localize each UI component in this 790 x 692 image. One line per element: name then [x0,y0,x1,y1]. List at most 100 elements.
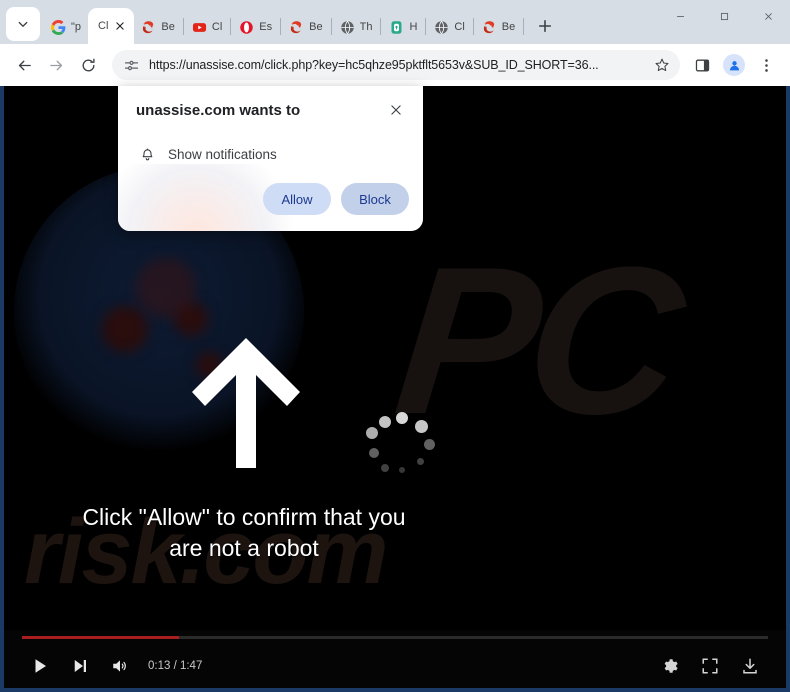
tab-separator [425,18,427,35]
minimize-button[interactable] [658,0,702,32]
tab-active-click-php[interactable]: Cl [88,8,135,44]
volume-high-icon [113,660,126,672]
dialog-header: unassise.com wants to [118,86,423,134]
tab-google[interactable]: "p [44,10,88,44]
tab-label: Cl [98,20,109,32]
tab-separator [523,18,525,35]
tab-bing-3[interactable]: Be [475,10,522,44]
cta-text: Click "Allow" to confirm that you are no… [4,502,484,564]
bell-icon [136,143,158,165]
tab-bing-1[interactable]: Be [134,10,181,44]
next-track-icon [74,660,86,672]
glow-dot [102,306,148,352]
bookmark-star-button[interactable] [650,53,674,77]
play-icon [35,659,46,673]
tab-label: Cl [211,21,223,33]
three-dot-menu-icon [764,58,768,72]
tab-separator [330,18,332,35]
tab-separator [182,18,184,35]
tab-label: Be [309,21,323,33]
new-tab-button[interactable] [531,12,559,40]
arrow-up-icon [192,338,300,468]
tab-label: H [409,21,418,33]
tab-label: "p [71,21,82,33]
tab-search-button[interactable] [6,7,40,41]
tab-separator [380,18,382,35]
permission-label: Show notifications [168,146,277,162]
tab-separator [280,18,282,35]
tab-cl[interactable]: Cl [427,10,471,44]
loading-spinner-icon [362,412,440,490]
side-panel-button[interactable] [686,49,718,81]
star-icon [655,58,669,72]
tab-label: Be [501,21,516,33]
back-arrow-icon [18,60,31,70]
chevron-down-icon [18,21,28,27]
window-controls [658,0,790,44]
site-settings-icon[interactable] [122,56,140,74]
close-icon [391,105,401,115]
allow-button[interactable]: Allow [263,183,331,215]
reload-button[interactable] [72,49,104,81]
dialog-close-button[interactable] [383,97,409,123]
progress-bar-fill [22,636,179,639]
tab-h[interactable]: H [382,10,424,44]
tab-separator [230,18,232,35]
browser-toolbar: https://unassise.com/click.php?key=hc5qh… [0,44,790,86]
progress-bar-track[interactable] [22,636,768,639]
youtube-icon [192,20,207,35]
volume-button[interactable] [100,649,140,683]
tab-strip: "p Cl Be Cl Es Be Th H Cl Be [0,0,790,44]
tab-close-button[interactable] [112,18,128,34]
opera-icon [239,20,254,35]
tab-separator [472,18,474,35]
close-window-button[interactable] [746,0,790,32]
video-player-controls: 0:13 / 1:47 [4,630,786,688]
globe-icon [340,20,355,35]
back-button[interactable] [8,49,40,81]
dialog-title: unassise.com wants to [136,101,301,119]
fullscreen-icon [702,658,718,674]
tab-es[interactable]: Es [232,10,279,44]
gear-icon [664,659,678,673]
maximize-icon [720,12,728,20]
time-display: 0:13 / 1:47 [148,660,203,672]
next-track-button[interactable] [60,649,100,683]
player-control-row: 0:13 / 1:47 [4,644,786,688]
download-button[interactable] [730,649,770,683]
block-button[interactable]: Block [341,183,409,215]
tab-strip-tabs: "p Cl Be Cl Es Be Th H Cl Be [0,0,658,44]
tab-youtube[interactable]: Cl [185,10,229,44]
tab-label: Es [259,21,273,33]
fullscreen-button[interactable] [690,649,730,683]
avatar [723,54,745,76]
play-button[interactable] [20,649,60,683]
plus-icon [539,19,552,33]
close-icon [764,12,772,20]
side-panel-icon [695,59,709,71]
firefox-icon [482,20,497,35]
browser-window: "p Cl Be Cl Es Be Th H Cl Be https://una… [0,0,790,692]
firefox-icon [141,20,156,35]
glow-dot [136,258,196,318]
notification-permission-dialog: unassise.com wants to Show notifications… [118,86,423,231]
address-bar[interactable]: https://unassise.com/click.php?key=hc5qh… [112,50,680,80]
profile-button[interactable] [718,49,750,81]
globe-icon [434,20,449,35]
dialog-permission-row: Show notifications [136,140,406,168]
cta-line-2: are not a robot [169,535,319,561]
tab-th[interactable]: Th [333,10,380,44]
profile-avatar-icon [729,60,739,70]
maximize-button[interactable] [702,0,746,32]
url-text[interactable]: https://unassise.com/click.php?key=hc5qh… [149,58,650,72]
forward-button[interactable] [40,49,72,81]
chrome-menu-button[interactable] [750,49,782,81]
lock-icon [389,20,404,35]
cta-line-1: Click "Allow" to confirm that you [82,504,406,530]
firefox-icon [289,20,304,35]
close-icon [116,22,125,30]
tab-bing-2[interactable]: Be [282,10,329,44]
tab-label: Be [161,21,175,33]
settings-button[interactable] [650,649,690,683]
reload-icon [82,58,95,71]
